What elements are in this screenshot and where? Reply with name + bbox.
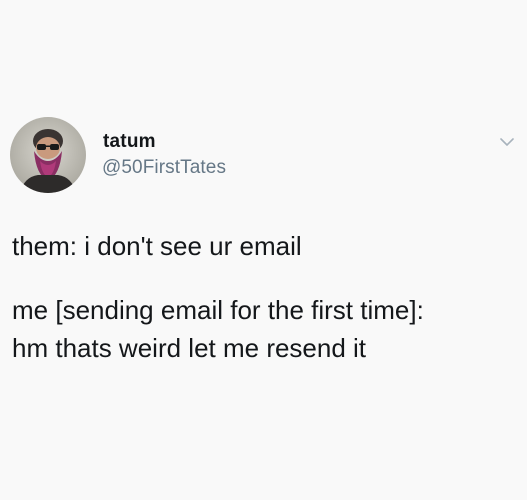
- display-name[interactable]: tatum: [103, 131, 156, 153]
- tweet-text-line: me [sending email for the first time]:: [12, 295, 424, 325]
- tweet-card: tatum @50FirstTates them: i don't see ur…: [0, 0, 527, 500]
- tweet-text-line: them: i don't see ur email: [12, 231, 302, 261]
- screenshot: tatum @50FirstTates them: i don't see ur…: [0, 0, 527, 500]
- avatar[interactable]: [10, 117, 86, 193]
- tweet-text-line: hm thats weird let me resend it: [12, 333, 367, 363]
- avatar-bearded-man-icon: [10, 117, 86, 193]
- chevron-down-icon[interactable]: [499, 135, 515, 147]
- tweet-text: them: i don't see ur email me [sending e…: [12, 227, 522, 367]
- user-handle[interactable]: @50FirstTates: [102, 157, 226, 179]
